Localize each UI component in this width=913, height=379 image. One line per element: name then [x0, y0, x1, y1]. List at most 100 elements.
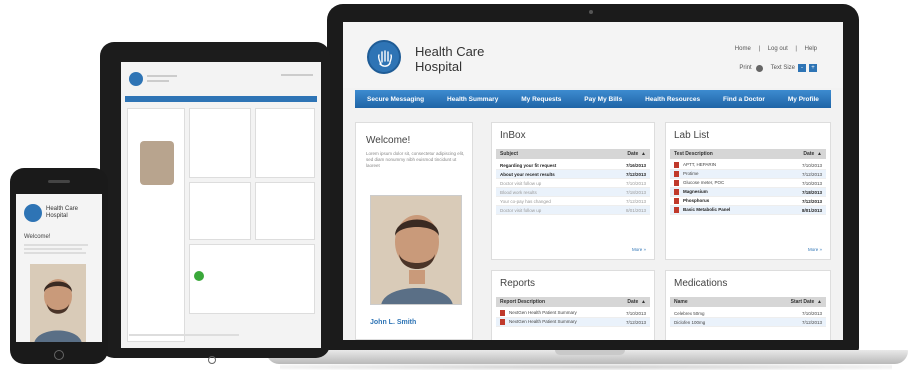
phone-screen: Health Care Hospital Welcome! — [16, 194, 102, 342]
row-date: 8/01/2013 — [625, 207, 646, 213]
table-row[interactable]: Your co-pay has changed 7/12/2013 — [496, 197, 650, 206]
phone-text-placeholder — [24, 248, 82, 250]
medications-header: Name Start Date ▲ — [670, 297, 826, 307]
sort-arrow-icon[interactable]: ▲ — [817, 151, 822, 157]
phone-brand-line1: Health Care — [46, 206, 79, 212]
gear-icon[interactable] — [755, 64, 763, 72]
row-date: 7/12/2013 — [625, 198, 646, 204]
reports-header: Report Description Date ▲ — [496, 297, 650, 307]
inbox-title: InBox — [500, 130, 526, 141]
inbox-header: Subject Date ▲ — [496, 149, 650, 159]
table-row[interactable]: Phosphorus 7/12/2013 — [670, 197, 826, 206]
row-date: 7/10/2013 — [801, 310, 822, 316]
col-subject[interactable]: Subject — [500, 151, 518, 157]
text-size-increase-button[interactable]: + — [809, 64, 817, 72]
table-row[interactable]: About your recent results 7/12/2013 — [496, 170, 650, 179]
table-row[interactable]: Magnesium 7/18/2013 — [670, 188, 826, 197]
phone-text-placeholder — [24, 252, 86, 254]
nav-find-a-doctor[interactable]: Find a Doctor — [723, 96, 765, 103]
row-name: Protime — [683, 171, 699, 177]
phone-speaker — [48, 180, 70, 183]
tablet-patient-photo — [140, 141, 174, 185]
reports-panel: Reports Report Description Date ▲ NextGe… — [491, 270, 655, 340]
phone-patient-photo — [30, 264, 86, 342]
col-date[interactable]: Date — [803, 151, 814, 157]
device-mockup: Health Care Hospital Home | Log out | He… — [0, 0, 913, 379]
row-date: 7/18/2013 — [625, 189, 646, 195]
row-subject: Doctor visit follow up — [500, 207, 542, 213]
row-name: Celebrex 50mg — [674, 310, 705, 316]
table-row[interactable]: Doctor visit follow up 8/01/2013 — [496, 206, 650, 215]
row-date: 7/16/2013 — [625, 162, 646, 168]
print-link[interactable]: Print — [739, 65, 751, 71]
tablet-news-panel — [189, 244, 315, 314]
logout-link[interactable]: Log out — [768, 46, 788, 52]
utility-links: Print Text Size - + — [739, 64, 817, 72]
inbox-panel: InBox Subject Date ▲ Regarding your fit … — [491, 122, 655, 260]
nav-my-profile[interactable]: My Profile — [788, 96, 819, 103]
col-test-description[interactable]: Test Description — [674, 151, 713, 157]
phone-welcome: Welcome! — [24, 234, 51, 240]
inbox-more-link[interactable]: More » — [632, 247, 646, 252]
table-row[interactable]: Diclofen 100mg 7/12/2013 — [670, 318, 826, 327]
table-row[interactable]: Basic Metabolic Panel 8/01/2013 — [670, 206, 826, 215]
table-row[interactable]: NextGen Health Patient Summary 7/10/2013 — [496, 309, 650, 318]
hand-logo-icon — [24, 204, 42, 222]
row-name: NextGen Health Patient Summary — [509, 310, 577, 316]
table-row[interactable]: Glucose meter, POC 7/10/2013 — [670, 179, 826, 188]
nav-health-summary[interactable]: Health Summary — [447, 96, 498, 103]
nav-secure-messaging[interactable]: Secure Messaging — [367, 96, 424, 103]
page-header: Health Care Hospital Home | Log out | He… — [343, 22, 843, 88]
table-row[interactable]: Regarding your fit request 7/16/2013 — [496, 161, 650, 170]
pdf-icon — [500, 310, 505, 316]
medications-panel: Medications Name Start Date ▲ Celebrex 5… — [665, 270, 831, 340]
sort-arrow-icon[interactable]: ▲ — [641, 299, 646, 305]
sort-arrow-icon[interactable]: ▲ — [641, 151, 646, 157]
table-row[interactable]: APTT, HEPARIN 7/10/2013 — [670, 161, 826, 170]
row-date: 8/01/2013 — [801, 207, 822, 213]
row-date: 7/18/2013 — [801, 189, 822, 195]
col-date[interactable]: Date — [627, 151, 638, 157]
nav-my-requests[interactable]: My Requests — [521, 96, 561, 103]
patient-name-link[interactable]: John L. Smith — [370, 319, 416, 326]
table-row[interactable]: Protime 7/12/2013 — [670, 170, 826, 179]
table-row[interactable]: Blood work results 7/18/2013 — [496, 188, 650, 197]
sort-arrow-icon[interactable]: ▲ — [817, 299, 822, 305]
welcome-heading: Welcome! — [366, 135, 411, 146]
row-date: 7/10/2013 — [625, 310, 646, 316]
nav-health-resources[interactable]: Health Resources — [645, 96, 700, 103]
tablet-brand-placeholder — [147, 80, 169, 82]
row-subject: Regarding your fit request — [500, 162, 557, 168]
text-size-decrease-button[interactable]: - — [798, 64, 806, 72]
brand-name-line1: Health Care — [415, 44, 485, 59]
nav-pay-my-bills[interactable]: Pay My Bills — [584, 96, 622, 103]
row-date: 7/12/2013 — [801, 198, 822, 204]
tablet-reports-panel — [189, 182, 251, 240]
table-row[interactable]: Doctor visit follow up 7/10/2013 — [496, 179, 650, 188]
tablet-home-button — [208, 356, 216, 364]
pdf-icon — [674, 162, 679, 168]
help-link[interactable]: Help — [805, 46, 817, 52]
col-name[interactable]: Name — [674, 299, 688, 305]
row-name: Basic Metabolic Panel — [683, 207, 731, 213]
medications-title: Medications — [674, 278, 728, 289]
row-date: 7/10/2013 — [801, 162, 822, 168]
inbox-rows: Regarding your fit request 7/16/2013 Abou… — [496, 161, 650, 215]
col-start-date[interactable]: Start Date — [791, 299, 815, 305]
lab-list-more-link[interactable]: More » — [808, 247, 822, 252]
hand-logo-icon[interactable] — [367, 40, 401, 74]
phone-home-button — [54, 350, 64, 360]
table-row[interactable]: NextGen Health Patient Summary 7/12/2013 — [496, 318, 650, 327]
row-date: 7/12/2013 — [801, 171, 822, 177]
main-nav: Secure Messaging Health Summary My Reque… — [355, 90, 831, 108]
row-date: 7/12/2013 — [625, 171, 646, 177]
lab-list-title: Lab List — [674, 130, 710, 141]
tablet-lab-panel — [255, 108, 315, 178]
table-row[interactable]: Celebrex 50mg 7/10/2013 — [670, 309, 826, 318]
col-report-description[interactable]: Report Description — [500, 299, 545, 305]
col-date[interactable]: Date — [627, 299, 638, 305]
reports-title: Reports — [500, 278, 536, 289]
welcome-sidebar: Welcome! Lorem ipsum dolor sit, consecte… — [355, 122, 473, 340]
row-name: Diclofen 100mg — [674, 319, 706, 325]
home-link[interactable]: Home — [735, 46, 751, 52]
